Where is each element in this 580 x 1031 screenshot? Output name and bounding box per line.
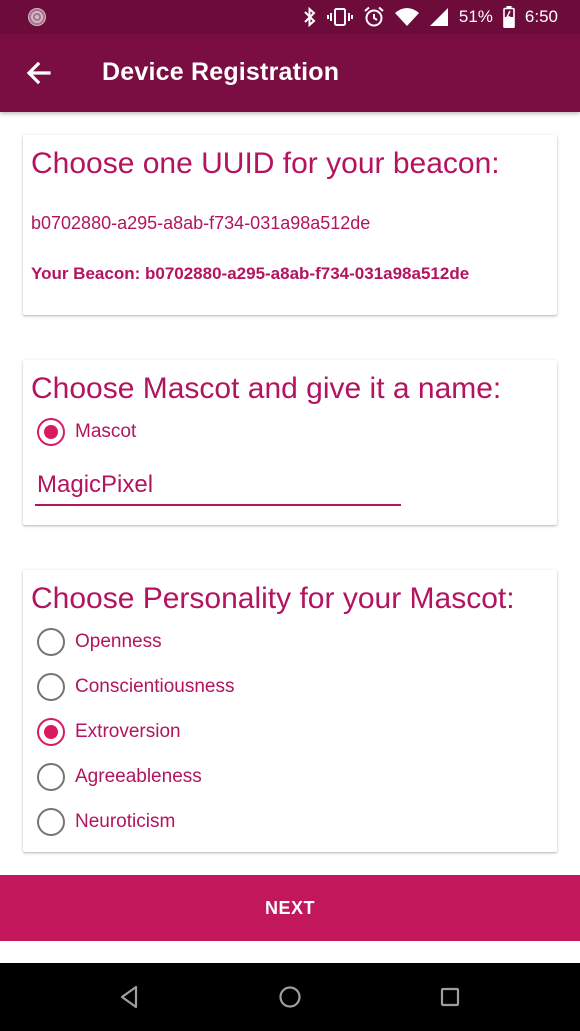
mascot-name-input[interactable] (35, 466, 401, 506)
vibrate-icon (326, 8, 353, 26)
bluetooth-icon (304, 7, 316, 27)
radio-button[interactable] (37, 673, 65, 701)
radio-button-checked[interactable] (37, 718, 65, 746)
personality-option-label: Openness (75, 631, 162, 652)
next-button[interactable]: NEXT (0, 875, 580, 941)
personality-card: Choose Personality for your Mascot: Open… (23, 570, 557, 852)
personality-option-agreeableness[interactable]: Agreeableness (37, 761, 202, 793)
uuid-option[interactable]: b0702880-a295-a8ab-f734-031a98a512de (31, 213, 370, 234)
radio-button[interactable] (37, 763, 65, 791)
personality-option-conscientiousness[interactable]: Conscientiousness (37, 671, 234, 703)
status-bar: 51% 6:50 (0, 0, 580, 34)
mascot-card-title: Choose Mascot and give it a name: (31, 372, 502, 405)
personality-option-openness[interactable]: Openness (37, 626, 162, 658)
personality-option-label: Agreeableness (75, 766, 202, 787)
system-nav-bar (0, 963, 580, 1031)
home-circle-icon[interactable] (276, 983, 304, 1011)
uuid-card: Choose one UUID for your beacon: b070288… (23, 135, 557, 315)
personality-option-neuroticism[interactable]: Neuroticism (37, 806, 175, 838)
page-title: Device Registration (102, 58, 340, 86)
arrow-back-icon (26, 61, 51, 85)
mascot-radio-label: Mascot (75, 421, 137, 442)
back-button[interactable] (22, 56, 56, 90)
signal-icon (429, 8, 448, 26)
notification-icon (28, 8, 46, 26)
mascot-radio[interactable]: Mascot (37, 416, 136, 448)
battery-percent: 51% (458, 7, 493, 26)
radio-button[interactable] (37, 628, 65, 656)
personality-option-label: Extroversion (75, 721, 181, 742)
mascot-card: Choose Mascot and give it a name: Mascot (23, 360, 557, 525)
back-triangle-icon[interactable] (116, 983, 144, 1011)
radio-button[interactable] (37, 808, 65, 836)
status-icons: 51% 6:50 (303, 6, 558, 28)
selected-beacon: Your Beacon: b0702880-a295-a8ab-f734-031… (31, 264, 470, 283)
app-bar: Device Registration (0, 34, 580, 112)
alarm-icon (364, 6, 384, 27)
wifi-icon (394, 8, 419, 26)
recents-square-icon[interactable] (436, 983, 464, 1011)
personality-option-label: Neuroticism (75, 811, 176, 832)
personality-card-title: Choose Personality for your Mascot: (31, 582, 515, 615)
radio-button-checked[interactable] (37, 418, 65, 446)
battery-icon (503, 6, 515, 28)
clock: 6:50 (524, 7, 558, 26)
personality-option-label: Conscientiousness (75, 676, 235, 697)
uuid-card-title: Choose one UUID for your beacon: (31, 147, 500, 180)
personality-option-extroversion[interactable]: Extroversion (37, 716, 181, 748)
